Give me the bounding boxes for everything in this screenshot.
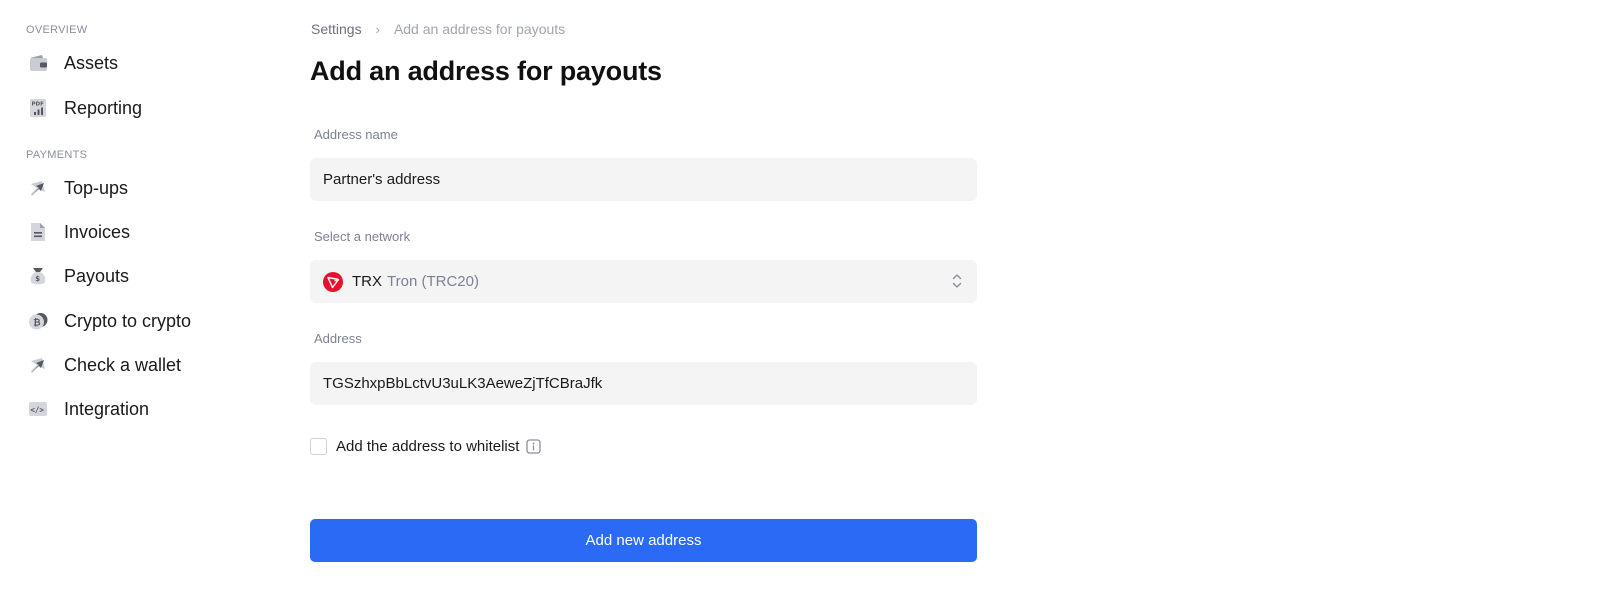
address-name-label: Address name	[314, 127, 398, 142]
address-name-value: Partner's address	[323, 171, 441, 188]
address-input[interactable]: TGSzhxpBbLctvU3uLK3AeweZjTfCBraJfk	[310, 362, 977, 405]
network-select[interactable]: TRX Tron (TRC20)	[310, 260, 977, 303]
network-name: Tron (TRC20)	[387, 273, 479, 290]
sidebar-item-label: Top-ups	[64, 177, 129, 198]
sidebar-item-label: Integration	[64, 398, 150, 419]
breadcrumb-settings-link[interactable]: Settings	[311, 21, 362, 37]
svg-text:PDF: PDF	[32, 102, 45, 108]
network-label: Select a network	[314, 229, 411, 244]
section-title-overview: OVERVIEW	[26, 24, 88, 36]
sidebar-item-label: Reporting	[64, 97, 143, 118]
whitelist-row: Add the address to whitelist	[310, 438, 542, 455]
bitcoin-exchange-icon: ₿	[26, 309, 50, 333]
address-name-input[interactable]: Partner's address	[310, 158, 977, 201]
sidebar-item-payouts[interactable]: $ Payouts	[26, 259, 256, 293]
sidebar-item-crypto-to-crypto[interactable]: ₿ Crypto to crypto	[26, 304, 256, 338]
address-value: TGSzhxpBbLctvU3uLK3AeweZjTfCBraJfk	[323, 375, 603, 392]
breadcrumb-separator: ›	[375, 21, 380, 37]
wallet-icon	[26, 51, 50, 75]
sidebar-item-label: Crypto to crypto	[64, 310, 192, 331]
network-code: TRX	[352, 273, 382, 290]
sidebar-item-top-ups[interactable]: Top-ups	[26, 171, 256, 205]
pdf-report-icon: PDF	[26, 96, 50, 120]
sidebar-item-assets[interactable]: Assets	[26, 46, 256, 80]
arrow-check-icon	[26, 353, 50, 377]
sidebar-item-label: Assets	[64, 52, 119, 73]
sidebar-item-label: Payouts	[64, 265, 130, 286]
add-new-address-button[interactable]: Add new address	[310, 519, 977, 562]
address-label: Address	[314, 331, 362, 346]
svg-text:</>: </>	[30, 406, 44, 415]
sidebar-item-label: Check a wallet	[64, 354, 182, 375]
info-icon[interactable]	[526, 439, 542, 454]
code-icon: </>	[26, 397, 50, 421]
tron-icon	[323, 271, 343, 292]
sidebar-item-invoices[interactable]: Invoices	[26, 215, 256, 249]
chevron-up-down-icon	[951, 272, 963, 294]
arrow-in-icon	[26, 176, 50, 200]
svg-text:₿: ₿	[33, 318, 40, 329]
money-bag-icon: $	[26, 264, 50, 288]
whitelist-label[interactable]: Add the address to whitelist	[336, 438, 519, 455]
svg-text:$: $	[35, 275, 40, 283]
page-title: Add an address for payouts	[310, 56, 662, 86]
sidebar-item-integration[interactable]: </> Integration	[26, 392, 256, 426]
sidebar: OVERVIEW Assets PDF Reporting PAYMENTS T…	[0, 0, 280, 593]
whitelist-checkbox[interactable]	[310, 438, 327, 455]
breadcrumb-current: Add an address for payouts	[393, 21, 566, 37]
sidebar-item-check-a-wallet[interactable]: Check a wallet	[26, 348, 256, 382]
sidebar-item-reporting[interactable]: PDF Reporting	[26, 91, 256, 125]
sidebar-item-label: Invoices	[64, 221, 131, 242]
breadcrumb: Settings › Add an address for payouts	[311, 21, 565, 37]
section-title-payments: PAYMENTS	[26, 149, 88, 161]
document-icon	[26, 220, 50, 244]
